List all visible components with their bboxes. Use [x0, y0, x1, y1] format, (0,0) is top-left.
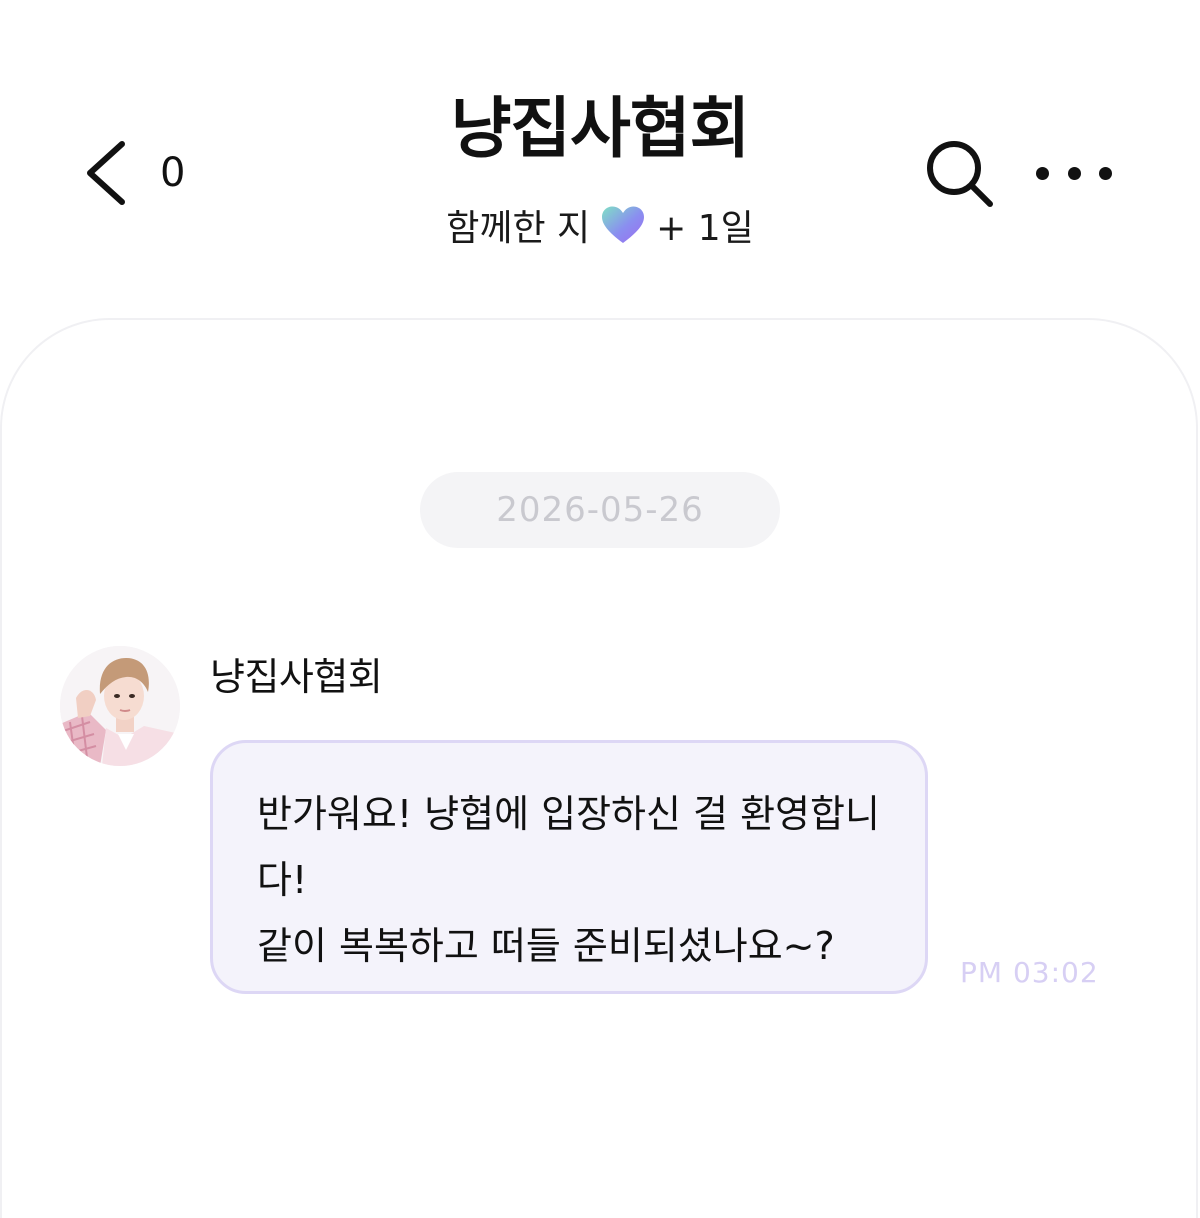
- chevron-left-icon: [87, 141, 125, 205]
- chat-title: 냥집사협회: [450, 90, 751, 167]
- unread-count: 0: [160, 150, 186, 196]
- together-days-count: + 1일: [656, 207, 754, 249]
- together-days: 함께한 지 + 1일: [300, 205, 900, 252]
- back-button[interactable]: 0: [78, 130, 218, 216]
- search-icon: [927, 141, 993, 207]
- more-dots-icon: [1036, 166, 1049, 180]
- more-options-button[interactable]: [1036, 150, 1112, 196]
- search-button[interactable]: [922, 136, 998, 212]
- message-text: 반가워요! 냥협에 입장하신 걸 환영합니 다! 같이 복복하고 떠들 준비되셨…: [257, 792, 880, 968]
- more-dots-icon: [1099, 166, 1112, 180]
- sender-avatar[interactable]: [60, 646, 180, 766]
- date-separator: 2026-05-26: [420, 472, 780, 548]
- sender-name: 냥집사협회: [210, 655, 383, 699]
- message-timestamp: PM 03:02: [960, 956, 1099, 989]
- gradient-heart-icon: [600, 205, 646, 252]
- more-dots-icon: [1067, 166, 1081, 180]
- chat-header: 0 냥집사협회 함께한 지 + 1일: [0, 0, 1200, 300]
- together-label: 함께한 지: [446, 207, 591, 249]
- message-bubble[interactable]: 반가워요! 냥협에 입장하신 걸 환영합니 다! 같이 복복하고 떠들 준비되셨…: [210, 740, 928, 994]
